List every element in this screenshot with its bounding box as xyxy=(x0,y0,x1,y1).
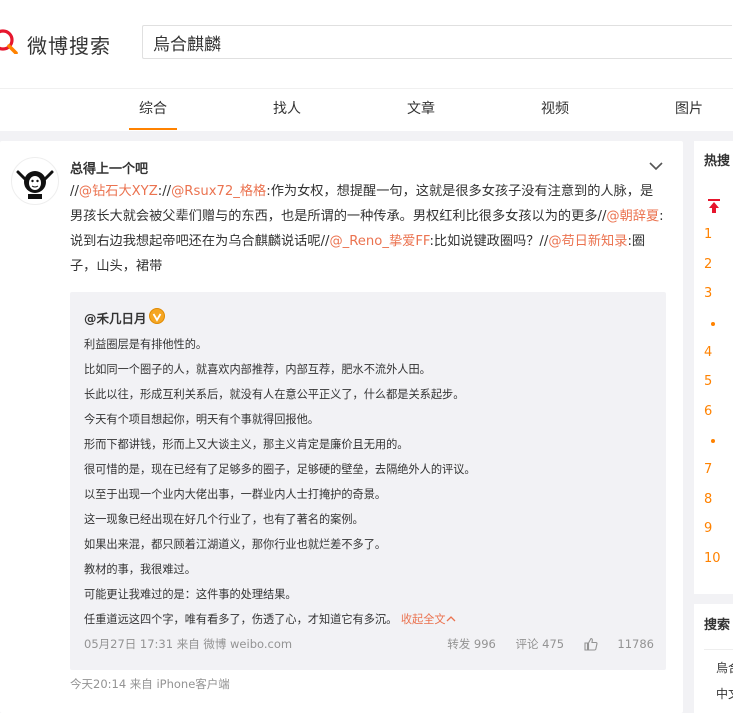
promoted-dot-icon xyxy=(711,439,715,443)
user-mention-link[interactable]: @朝辞夏 xyxy=(606,209,659,224)
quoted-line: 很可惜的是，现在已经有了足够多的圈子，足够硬的壁垒，去隔绝外人的评议。 xyxy=(84,463,476,476)
meme-face-icon xyxy=(16,170,54,199)
hot-search-title: 热搜 xyxy=(704,154,731,169)
hot-rank[interactable]: 2 xyxy=(704,257,712,272)
hot-rank[interactable]: 6 xyxy=(704,404,712,419)
quoted-line: 如果出来混，都只顾着江湖道义，那你行业也就烂差不多了。 xyxy=(84,538,387,551)
quoted-line: 比如同一个圈子的人，就喜欢内部推荐，内部互荐，肥水不流外人田。 xyxy=(84,363,431,376)
divider xyxy=(704,649,733,650)
hot-rank[interactable]: 8 xyxy=(704,492,712,507)
hot-search-panel: 热搜 1 2 3 4 5 6 7 8 9 10 xyxy=(694,141,733,594)
collapse-label: 收起全文 xyxy=(400,613,446,626)
logo-text: 微博搜索 xyxy=(27,34,111,58)
search-history-item[interactable]: 中文 xyxy=(716,685,733,702)
quoted-line: 今天有个项目想起你，明天有个事就得回报他。 xyxy=(84,413,319,426)
weibo-post-card: 总得上一个吧 //@钻石大XYZ://@Rsux72_格格:作为女权，想提醒一句… xyxy=(0,141,683,713)
tab-people[interactable]: 找人 xyxy=(263,89,311,129)
promoted-dot-icon xyxy=(711,322,715,326)
search-input[interactable] xyxy=(143,26,732,58)
tab-articles[interactable]: 文章 xyxy=(397,89,445,129)
quoted-actions: 转发 996 评论 475 11786 xyxy=(431,636,654,652)
hot-rank[interactable]: 1 xyxy=(704,227,712,242)
weibo-search-logo[interactable]: 微博搜索 xyxy=(0,26,120,62)
comment-button[interactable]: 评论 475 xyxy=(515,637,564,651)
post-text-run: // xyxy=(70,184,79,199)
chevron-up-icon xyxy=(446,616,456,622)
post-text-run: // xyxy=(162,184,172,199)
search-history-panel: 搜索 烏合 中文 xyxy=(694,604,733,713)
top-header: 微博搜索 xyxy=(0,0,733,88)
verified-badge-icon xyxy=(149,308,165,324)
quoted-line: 形而下都讲钱，形而上又大谈主义，那主义肯定是廉价且无用的。 xyxy=(84,438,409,451)
post-text-run: :比如说键政圈吗？ xyxy=(429,234,540,249)
like-button[interactable]: 11786 xyxy=(584,637,654,651)
user-mention-link[interactable]: @钻石大XYZ xyxy=(79,184,158,199)
search-tabs: 综合 找人 文章 视频 图片 xyxy=(0,88,733,131)
user-mention-link[interactable]: @苟日新知录 xyxy=(548,234,627,249)
chevron-down-icon[interactable] xyxy=(648,160,664,172)
hot-rank[interactable]: 9 xyxy=(704,521,712,536)
hot-rank[interactable]: 3 xyxy=(704,286,712,301)
pin-top-icon xyxy=(708,199,720,213)
search-panel-title: 搜索 xyxy=(704,618,731,633)
user-mention-link[interactable]: @_Reno_挚爱FF xyxy=(329,234,429,249)
quoted-line-last: 任重道远这四个字，唯有看多了，伤透了心，才知道它有多沉。 收起全文 xyxy=(84,607,654,632)
thumbs-up-icon xyxy=(584,637,598,651)
hot-rank[interactable]: 5 xyxy=(704,374,712,389)
post-text: //@钻石大XYZ://@Rsux72_格格:作为女权，想提醒一句，这就是很多女… xyxy=(70,179,665,279)
post-text-run: // xyxy=(539,234,549,249)
hot-rank[interactable]: 10 xyxy=(704,551,721,566)
tab-comprehensive[interactable]: 综合 xyxy=(129,89,177,130)
collapse-full-text-link[interactable]: 收起全文 xyxy=(401,613,456,626)
search-logo-icon xyxy=(0,29,18,54)
quoted-line: 长此以往，形成互利关系后，就没有人在意公平正义了，什么都是关系起步。 xyxy=(84,388,465,401)
quoted-post: @禾几日月 利益圈层是有排他性的。 比如同一个圈子的人，就喜欢内部推荐，内部互荐… xyxy=(70,292,666,670)
quoted-line: 利益圈层是有排他性的。 xyxy=(84,338,208,351)
quoted-line: 教材的事，我很难过。 xyxy=(84,563,196,576)
tab-videos[interactable]: 视频 xyxy=(531,89,579,129)
avatar[interactable] xyxy=(11,157,59,205)
quoted-footer: 05月27日 17:31 来自 微博 weibo.com 转发 996 评论 4… xyxy=(84,632,654,654)
search-box[interactable] xyxy=(142,25,732,59)
hot-rank[interactable]: 7 xyxy=(704,462,712,477)
quoted-line: 以至于出现一个业内大佬出事，一群业内人士打掩护的奇景。 xyxy=(84,488,387,501)
hot-rank[interactable]: 4 xyxy=(704,345,712,360)
quoted-author[interactable]: @禾几日月 xyxy=(84,308,147,327)
quoted-timestamp[interactable]: 05月27日 17:31 来自 微博 weibo.com xyxy=(84,636,292,652)
user-mention-link[interactable]: @Rsux72_格格 xyxy=(171,184,266,199)
like-count: 11786 xyxy=(617,637,654,651)
quoted-line-text: 任重道远这四个字，唯有看多了，伤透了心，才知道它有多沉。 xyxy=(84,613,398,626)
tab-images[interactable]: 图片 xyxy=(665,89,713,129)
quoted-text: 利益圈层是有排他性的。 比如同一个圈子的人，就喜欢内部推荐，内部互荐，肥水不流外… xyxy=(84,332,654,632)
post-author[interactable]: 总得上一个吧 xyxy=(70,158,148,177)
repost-button[interactable]: 转发 996 xyxy=(447,637,496,651)
search-history-item[interactable]: 烏合 xyxy=(716,659,733,676)
quoted-line: 这一现象已经出现在好几个行业了，也有了著名的案例。 xyxy=(84,513,364,526)
quoted-line: 可能更让我难过的是：这件事的处理结果。 xyxy=(84,588,297,601)
post-meta[interactable]: 今天20:14 来自 iPhone客户端 xyxy=(70,676,230,692)
